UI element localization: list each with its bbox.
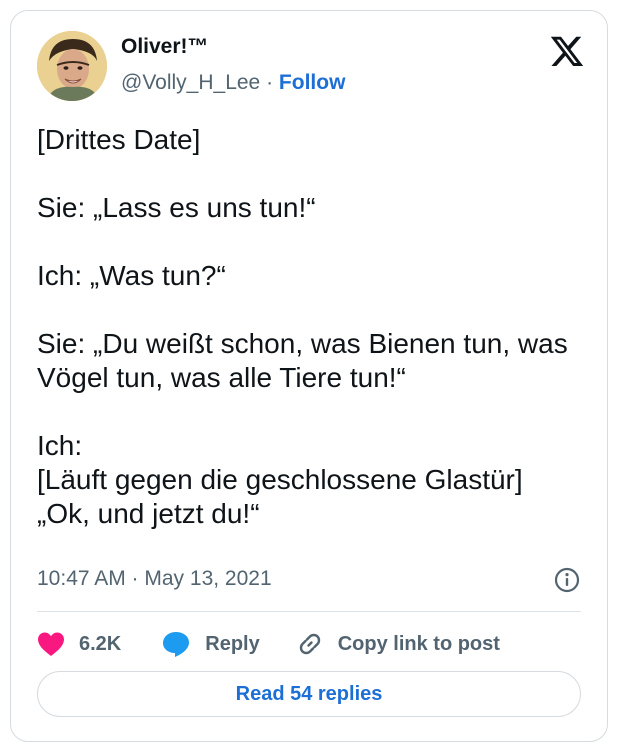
info-icon[interactable] <box>553 566 581 594</box>
copy-link-button[interactable]: Copy link to post <box>296 630 500 658</box>
author-handle[interactable]: @Volly_H_Lee <box>121 71 260 94</box>
copy-link-label: Copy link to post <box>337 632 500 655</box>
action-bar: 6.2K Reply Copy link to post <box>37 626 500 662</box>
x-logo-icon[interactable] <box>549 33 585 69</box>
link-icon <box>296 630 324 658</box>
tweet-text: [Drittes Date] Sie: „Lass es uns tun!“ I… <box>37 124 568 529</box>
reply-bubble-icon <box>161 630 191 658</box>
avatar[interactable] <box>37 31 107 101</box>
author-name[interactable]: Oliver!™ <box>121 35 209 59</box>
reply-label: Reply <box>205 632 260 655</box>
follow-button[interactable]: Follow <box>279 71 346 94</box>
divider <box>37 611 581 612</box>
tweet-card: Oliver!™ @Volly_H_Lee · Follow [Drittes … <box>10 10 608 742</box>
heart-icon <box>37 631 65 657</box>
read-replies-button[interactable]: Read 54 replies <box>37 671 581 717</box>
tweet-timestamp[interactable]: 10:47 AM · May 13, 2021 <box>37 567 272 591</box>
author-handle-row: @Volly_H_Lee · Follow <box>121 71 345 95</box>
like-count: 6.2K <box>79 632 122 655</box>
handle-separator: · <box>260 71 279 94</box>
like-button[interactable]: 6.2K <box>37 631 121 657</box>
reply-button[interactable]: Reply <box>161 630 260 658</box>
